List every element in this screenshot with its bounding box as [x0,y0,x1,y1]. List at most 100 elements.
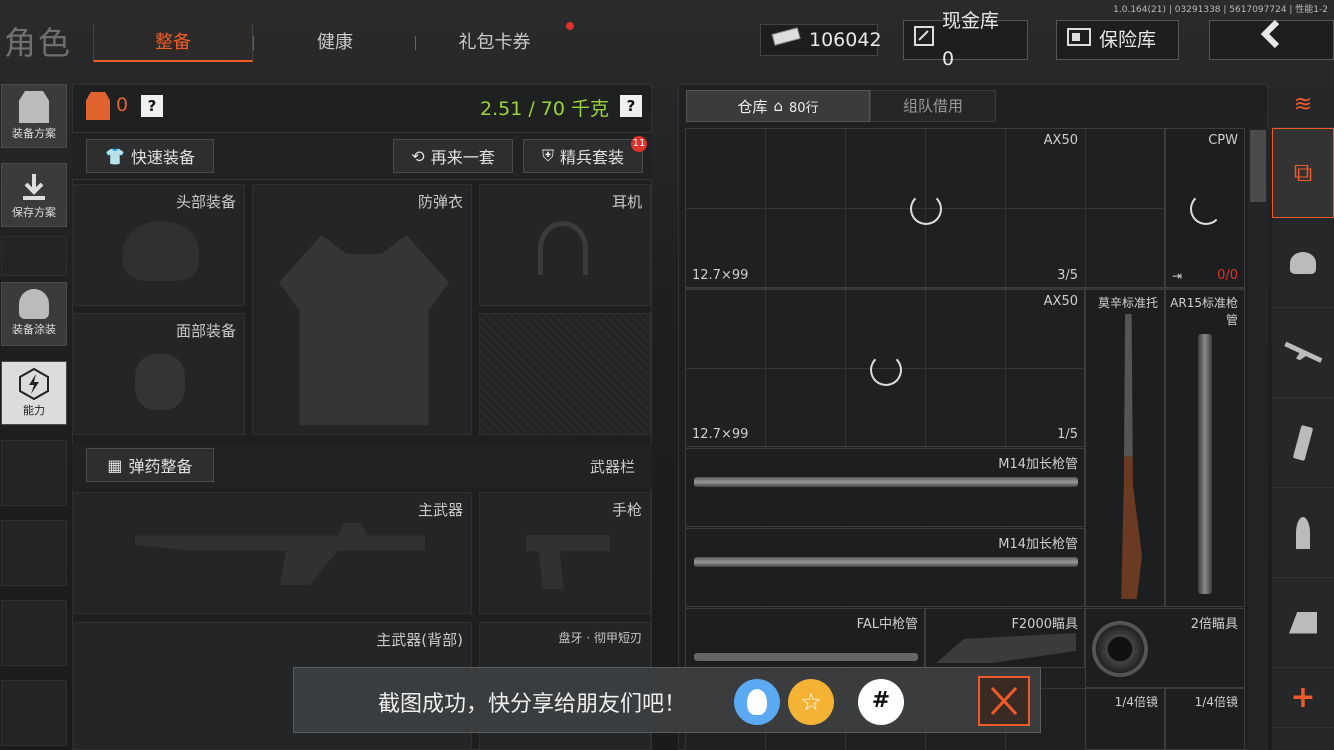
warehouse-item[interactable]: 莫辛标准托 [1085,289,1165,607]
warehouse-item[interactable]: CPW ⇥ 0/0 [1165,128,1245,288]
helmet-paint-icon [19,289,49,319]
face-slot[interactable]: 面部装备 [74,313,245,435]
warehouse-scrollbar[interactable] [1248,128,1268,750]
cash-vault-button[interactable]: 现金库 0 [903,10,1028,70]
head-slot[interactable]: 头部装备 [74,184,245,306]
team-borrow-tab[interactable]: 组队借用 [870,90,996,122]
redo-button[interactable]: ⟲ 再来一套 [393,139,513,173]
qzone-share-icon[interactable]: ☆ [788,679,834,725]
headset-silhouette-icon [538,221,588,275]
warehouse-item[interactable]: FAL中枪管 [685,608,925,668]
sidebar-ability[interactable]: 能力 [1,361,67,425]
item-name: FAL中枪管 [856,617,918,632]
tab-health[interactable]: 健康 [255,24,415,62]
warehouse-item[interactable]: AX50 12.7×99 3/5 [685,128,1165,288]
magazine-icon [1292,424,1314,461]
warehouse-item[interactable]: AX50 12.7×99 1/5 [685,289,1085,447]
vest-silhouette-icon [279,235,449,425]
elite-kit-button[interactable]: ⛨ 精兵套装 [523,139,643,173]
qq-share-icon[interactable] [734,679,780,725]
item-name: AR15标准枪管 [1170,296,1238,327]
back-button[interactable] [1209,19,1334,62]
help-icon[interactable]: ? [141,95,163,117]
add-button[interactable]: + [1272,668,1334,728]
category-magazine[interactable] [1272,398,1334,488]
warehouse-item[interactable]: M14加长枪管 [685,448,1085,527]
item-caliber: 12.7×99 [692,427,749,442]
sidebar-loadout-plans[interactable]: 装备方案 [1,84,67,148]
toast-close-button[interactable] [978,676,1030,726]
armor-slot[interactable]: 防弹衣 [252,184,472,435]
help-icon[interactable]: ? [620,95,642,117]
plus-icon: + [1290,680,1316,715]
pistol-silhouette-icon [526,535,610,589]
slot-label: 面部装备 [175,322,236,340]
version-text: 1.0.164(21) | 03291338 | 5617097724 | 性能… [1113,5,1328,15]
primary-weapon-slot[interactable]: 主武器 [74,492,472,614]
close-icon [990,686,1018,716]
sidebar-empty-slot [1,520,67,586]
item-name: AX50 [1043,294,1078,309]
item-name: AX50 [1043,133,1078,148]
sidebar-empty-slot [1,440,67,506]
stack-download-icon: ⧉ [1293,157,1313,188]
warehouse-item[interactable]: M14加长枪管 [685,528,1085,607]
safe-button[interactable]: 保险库 [1056,20,1179,60]
quick-equip-button[interactable]: 👕 快速装备 [86,139,214,173]
sidebar-spacer [1,236,67,276]
item-name: M14加长枪管 [998,457,1078,472]
sidebar-save-plan[interactable]: 保存方案 [1,163,67,227]
gasmask-silhouette-icon [135,354,185,410]
warehouse-item[interactable]: 2倍瞄具 [1085,608,1245,688]
tab-gift[interactable]: 礼包卡券 [417,24,572,62]
scope-2x-icon [1092,621,1148,677]
screenshot-toast: 截图成功，快分享给朋友们吧！ ☆ # [293,667,1041,733]
warehouse-item[interactable]: AR15标准枪管 [1165,289,1245,607]
sidebar-skins[interactable]: 装备涂装 [1,282,67,346]
safe-label: 保险库 [1099,29,1157,51]
category-ammo[interactable] [1272,488,1334,578]
refresh-stack-button[interactable]: ≋ [1272,82,1334,128]
slot-label: 防弹衣 [417,193,463,211]
category-attachment[interactable] [1272,578,1334,668]
barrel-icon [694,557,1078,567]
slot-label: 头部装备 [175,193,236,211]
category-rifle[interactable] [1272,308,1334,398]
helmet-icon [1290,251,1316,274]
barrel-icon [694,477,1078,487]
slot-label: 主武器(背部) [376,631,463,649]
item-count: 1/5 [1057,427,1078,442]
vault-icon [914,21,934,59]
warehouse-item[interactable]: 1/4倍镜 [1085,688,1165,750]
category-all[interactable]: ⧉ [1272,128,1334,218]
sidebar-label: 能力 [23,404,45,417]
game-share-icon[interactable]: # [858,679,904,725]
tab-equip[interactable]: 整备 [93,24,253,62]
slot-label: 盘牙 · 彻甲短刃 [558,631,642,645]
barrel-icon [1198,334,1212,594]
helmet-silhouette-icon [123,221,199,281]
ammo-prep-button[interactable]: ▦ 弹药整备 [86,448,214,482]
back-arrow-icon [1257,19,1287,62]
item-name: 2倍瞄具 [1190,617,1238,632]
currency-value: 106042 [809,29,882,51]
warehouse-item[interactable]: F2000瞄具 [925,608,1085,668]
scroll-thumb[interactable] [1250,130,1266,202]
slot-label: 主武器 [417,501,463,519]
sidebar-label: 装备涂装 [12,323,56,336]
scope-icon [1289,611,1317,634]
sidebar-empty-slot [1,680,67,746]
download-icon [19,172,49,202]
sidebar-label: 保存方案 [12,206,56,219]
headset-slot[interactable]: 耳机 [479,184,651,306]
toast-text: 截图成功，快分享给朋友们吧！ [378,692,687,717]
warehouse-item[interactable]: 1/4倍镜 [1165,688,1245,750]
slot-label: 耳机 [611,193,642,211]
category-helmet[interactable] [1272,218,1334,308]
item-count-max: /0 [1225,268,1238,283]
warehouse-tab[interactable]: 仓库 ⌂ 80行 [686,90,870,122]
pistol-slot[interactable]: 手枪 [479,492,651,614]
rifle-icon [1281,337,1324,368]
sidebar-empty-slot [1,600,67,666]
rifle-silhouette-icon [135,523,425,585]
